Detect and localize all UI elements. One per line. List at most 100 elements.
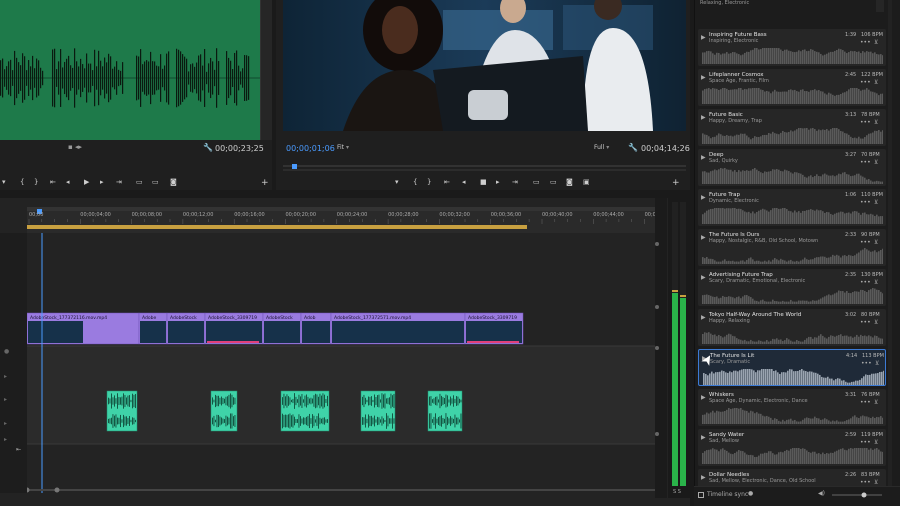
cart-icon[interactable]: ⊻ [874, 279, 878, 286]
timeline-vertical-scroll[interactable] [655, 198, 667, 498]
track-waveform[interactable] [702, 286, 883, 304]
music-track-card[interactable]: ▶ Lifeplanner Cosmox Space Age, Frantic, F… [698, 69, 886, 106]
play-icon: ▶ [84, 178, 90, 186]
cart-icon[interactable]: ⊻ [874, 159, 878, 166]
source-waveform-view[interactable] [0, 0, 260, 140]
more-icon[interactable]: ••• [860, 79, 871, 86]
cart-icon[interactable]: ⊻ [875, 360, 879, 367]
play-icon[interactable]: ▶ [701, 194, 706, 201]
cart-icon[interactable]: ⊻ [874, 239, 878, 246]
cart-icon[interactable]: ⊻ [874, 439, 878, 446]
track-waveform[interactable] [702, 46, 883, 64]
more-icon[interactable]: ••• [860, 199, 871, 206]
ruler-label: 00;00;08;00 [132, 212, 163, 218]
program-video-frame[interactable] [283, 0, 686, 131]
track-toggle-icon: ● [4, 348, 9, 355]
timeline-ruler[interactable]: 00;00 00;00;04;00 00;00;08;00 00;00;12;00 00… [27, 207, 684, 233]
video-frame-image [283, 0, 686, 131]
cart-icon[interactable]: ⊻ [874, 399, 878, 406]
more-icon[interactable]: ••• [860, 319, 871, 326]
play-icon[interactable]: ▶ [701, 114, 706, 121]
ruler-label: 00;00;48;00 [645, 212, 655, 218]
timeline-tracks[interactable]: AdobeStock_177372116.mov.mp4 Adobe AdobeSt… [27, 233, 655, 493]
wrench-icon[interactable]: 🔧 [628, 143, 638, 152]
cart-icon[interactable]: ⊻ [874, 79, 878, 86]
track-duration: 1:39 [845, 32, 857, 38]
track-headers[interactable]: ● ▸ ▸ ▸ ▸ ⇤ [0, 233, 27, 493]
music-track-card[interactable]: ▶ Inspiring Future Bass Inspiring, Electro… [698, 29, 886, 66]
track-tags: Happy, Nostalgic, R&B, Old School, Motow… [709, 238, 819, 244]
music-track-card[interactable]: ▶ Advertising Future Trap Scary, Dramatic,… [698, 269, 886, 306]
volume-slider[interactable] [832, 492, 884, 498]
more-icon[interactable]: ••• [860, 119, 871, 126]
play-icon[interactable]: ▶ [701, 154, 706, 161]
track-duration: 2:26 [845, 472, 857, 478]
stop-icon: ■ [480, 178, 487, 186]
play-icon[interactable]: ▶ [701, 394, 706, 401]
play-icon[interactable]: ▶ [701, 74, 706, 81]
timeline-sync-label: Timeline sync [707, 491, 749, 498]
more-icon[interactable]: ••• [860, 159, 871, 166]
timeline-sync-checkbox[interactable] [698, 492, 704, 498]
more-icon[interactable]: ••• [860, 279, 871, 286]
track-bpm: 113 BPM [862, 353, 884, 359]
music-track-card[interactable]: ▶ Tokyo Half-Way Around The World Happy, R… [698, 309, 886, 346]
zoom-select[interactable]: Fit ▾ [337, 144, 349, 151]
program-transport-controls: ▾ { } ⇤ ◂ ■ ▸ ⇥ ▭ ▭ ◙ ▣ + [390, 172, 690, 188]
step-forward-icon: ▸ [100, 178, 104, 186]
track-waveform[interactable] [702, 406, 883, 424]
source-settings-icons[interactable]: ▪ ◂▸ [68, 143, 82, 151]
track-waveform[interactable] [703, 367, 884, 385]
video-clip: AdobeStock [262, 312, 302, 345]
audio-clip [280, 390, 330, 432]
track-waveform[interactable] [702, 446, 883, 464]
source-scrollbar[interactable] [260, 0, 272, 140]
more-icon[interactable]: ••• [860, 439, 871, 446]
more-icon[interactable]: ••• [860, 39, 871, 46]
program-playhead [292, 164, 297, 169]
track-duration: 2:33 [845, 232, 857, 238]
source-timecode[interactable]: 00;00;23;25 [215, 144, 264, 153]
wrench-icon[interactable]: 🔧 [203, 143, 213, 152]
track-toggle-icon: ▸ [4, 396, 7, 403]
track-tags: Happy, Relaxing [709, 318, 750, 324]
music-track-card[interactable]: ▶ Future Trap Dynamic, Electronic 1:06 110 B… [698, 189, 886, 226]
ruler-label: 00;00;36;00 [491, 212, 522, 218]
cart-icon[interactable]: ⊻ [874, 39, 878, 46]
play-icon[interactable]: ▶ [701, 434, 706, 441]
track-waveform[interactable] [702, 326, 883, 344]
program-timecode[interactable]: 00;00;01;06 [286, 144, 335, 153]
cart-icon[interactable]: ⊻ [874, 199, 878, 206]
play-icon[interactable]: ▶ [701, 234, 706, 241]
music-scrollbar[interactable] [888, 0, 892, 506]
play-icon[interactable]: ▶ [701, 34, 706, 41]
more-icon[interactable]: ••• [860, 399, 871, 406]
more-icon[interactable]: ••• [860, 479, 871, 486]
play-icon[interactable]: ▶ [701, 474, 706, 481]
track-waveform[interactable] [702, 86, 883, 104]
video-clip: Adob [300, 312, 332, 345]
track-waveform[interactable] [702, 126, 883, 144]
meter-solo-label: S S [673, 489, 681, 495]
play-icon[interactable]: ▶ [701, 314, 706, 321]
more-icon[interactable]: ••• [861, 360, 872, 367]
cart-icon[interactable]: ⊻ [874, 319, 878, 326]
play-icon[interactable]: ▶ [701, 274, 706, 281]
track-waveform[interactable] [702, 206, 883, 224]
volume-icon[interactable]: ◀) [818, 490, 825, 497]
music-track-card[interactable]: ▶ Sandy Water Sad, Mellow 2:59 119 BPM ••• ⊻ [698, 429, 886, 466]
program-scrub-bar[interactable] [283, 157, 686, 171]
add-icon: + [261, 178, 269, 187]
cart-icon[interactable]: ⊻ [874, 119, 878, 126]
music-track-card[interactable]: ▶ The Future Is Ours Happy, Nostalgic, R&B… [698, 229, 886, 266]
music-track-card[interactable]: ▶ Whiskers Space Age, Dynamic, Electronic,… [698, 389, 886, 426]
track-waveform[interactable] [702, 246, 883, 264]
cart-icon[interactable]: ⊻ [874, 479, 878, 486]
music-track-card[interactable]: ▶ The Future Is Lit Scary, Dramatic 4:14 113… [698, 349, 886, 386]
info-icon[interactable]: ● [748, 490, 753, 497]
more-icon[interactable]: ••• [860, 239, 871, 246]
music-track-card[interactable]: ▶ Future Basic Happy, Dreamy, Trap 3:13 78 B… [698, 109, 886, 146]
track-waveform[interactable] [702, 166, 883, 184]
resolution-select[interactable]: Full ▾ [594, 144, 609, 151]
music-track-card[interactable]: ▶ Deep Sad, Quirky 3:27 70 BPM ••• ⊻ [698, 149, 886, 186]
